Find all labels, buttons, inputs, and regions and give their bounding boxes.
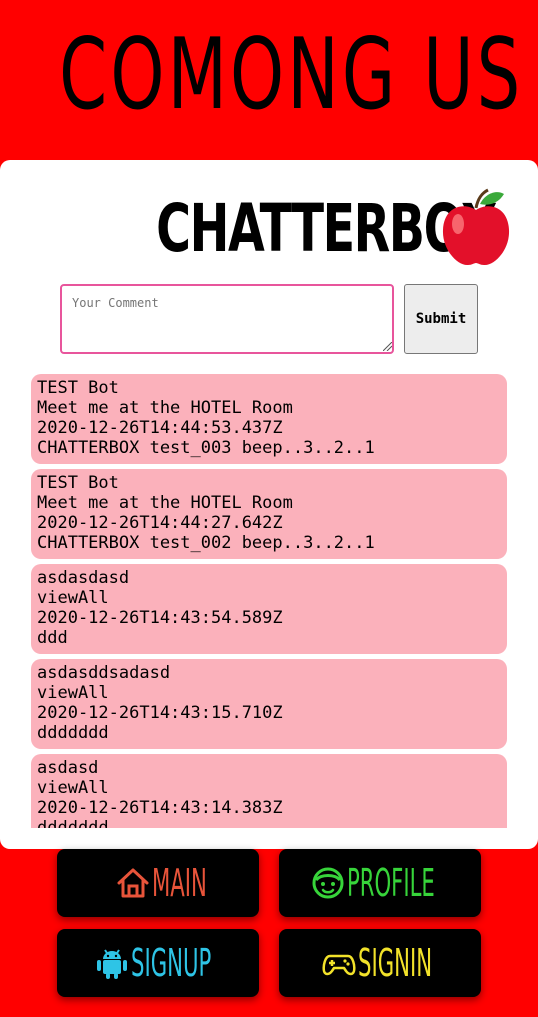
message-card: asdasd viewAll 2020-12-26T14:43:14.383Z … xyxy=(31,754,507,828)
comment-input[interactable] xyxy=(60,284,394,354)
panel-title: CHATTERBOX xyxy=(0,188,538,278)
message-text: ddddddd xyxy=(37,818,109,828)
message-time: 2020-12-26T14:44:53.437Z xyxy=(37,418,283,438)
message-card: asdasdasd viewAll 2020-12-26T14:43:54.58… xyxy=(31,564,507,654)
main-label: MAIN xyxy=(151,861,207,905)
profile-button[interactable]: PROFILE xyxy=(279,849,481,917)
message-room: viewAll xyxy=(37,778,109,798)
message-time: 2020-12-26T14:44:27.642Z xyxy=(37,513,283,533)
signin-label: SIGNIN xyxy=(358,941,433,985)
message-name: asdasddsadasd xyxy=(37,663,171,683)
message-time: 2020-12-26T14:43:14.383Z xyxy=(37,798,283,818)
message-name: asdasdasd xyxy=(37,568,130,588)
android-icon xyxy=(97,949,128,979)
message-text: CHATTERBOX test_003 beep..3..2..1 xyxy=(37,438,375,458)
chat-panel: CHATTERBOX Submit TEST Bot Meet me at th… xyxy=(0,160,538,849)
signin-button[interactable]: SIGNIN xyxy=(279,929,481,997)
submit-button[interactable]: Submit xyxy=(404,284,478,354)
message-name: TEST Bot xyxy=(37,473,119,493)
smiley-icon xyxy=(312,867,344,899)
message-time: 2020-12-26T14:43:15.710Z xyxy=(37,703,283,723)
message-room: Meet me at the HOTEL Room xyxy=(37,493,293,513)
message-text: CHATTERBOX test_002 beep..3..2..1 xyxy=(37,533,375,553)
message-room: viewAll xyxy=(37,683,109,703)
message-list[interactable]: TEST Bot Meet me at the HOTEL Room 2020-… xyxy=(31,374,507,828)
gamepad-icon xyxy=(322,954,356,976)
profile-label: PROFILE xyxy=(347,861,435,905)
signup-label: SIGNUP xyxy=(131,941,212,985)
message-card: TEST Bot Meet me at the HOTEL Room 2020-… xyxy=(31,374,507,464)
main-button[interactable]: MAIN xyxy=(57,849,259,917)
message-text: ddd xyxy=(37,628,68,648)
signup-button[interactable]: SIGNUP xyxy=(57,929,259,997)
message-text: ddddddd xyxy=(37,723,109,743)
message-room: Meet me at the HOTEL Room xyxy=(37,398,293,418)
message-card: TEST Bot Meet me at the HOTEL Room 2020-… xyxy=(31,469,507,559)
message-name: asdasd xyxy=(37,758,99,778)
home-icon xyxy=(117,868,149,898)
apple-icon xyxy=(438,188,514,268)
message-name: TEST Bot xyxy=(37,378,119,398)
message-room: viewAll xyxy=(37,588,109,608)
message-time: 2020-12-26T14:43:54.589Z xyxy=(37,608,283,628)
site-title: COMONG US xyxy=(59,18,524,132)
message-card: asdasddsadasd viewAll 2020-12-26T14:43:1… xyxy=(31,659,507,749)
